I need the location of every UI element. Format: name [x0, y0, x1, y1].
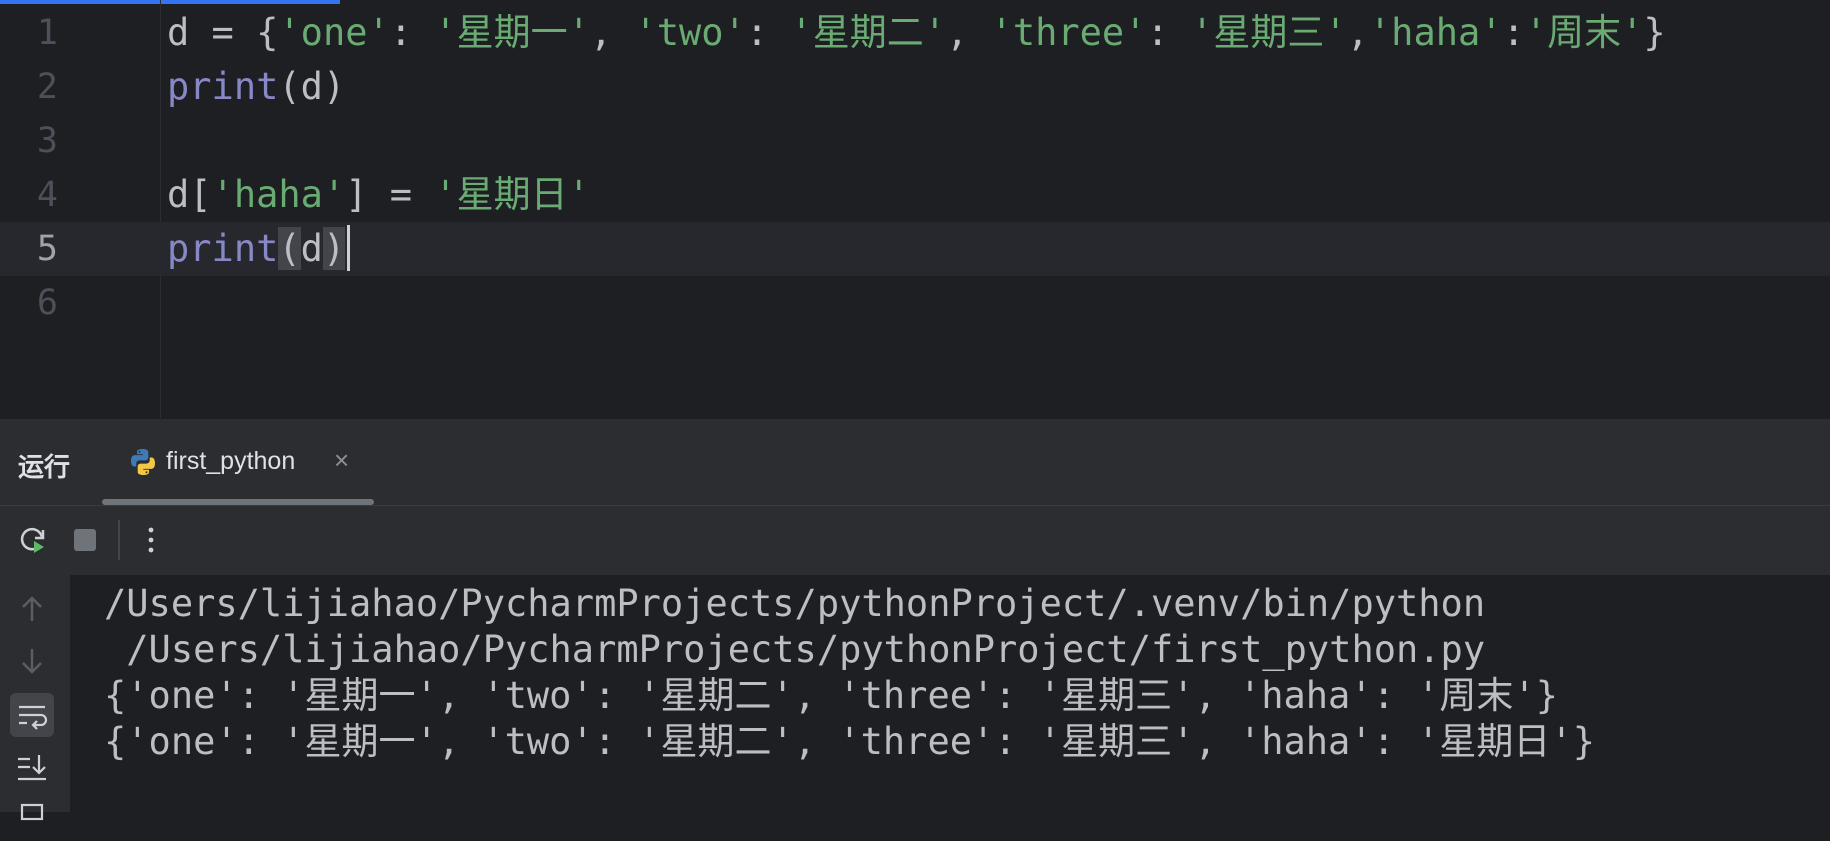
code-token: d = {: [167, 11, 279, 54]
code-token: ] =: [345, 173, 435, 216]
code-token: (: [278, 227, 301, 270]
code-line[interactable]: 3: [0, 114, 1830, 168]
string-token: '星期一': [434, 11, 590, 54]
code-token: ,: [589, 11, 635, 54]
code-text: print(d): [167, 222, 351, 276]
console-line: {'one': '星期一', 'two': '星期二', 'three': '星…: [104, 720, 1595, 763]
line-number: 5: [36, 229, 58, 269]
string-token: 'one': [278, 11, 390, 54]
code-token: d: [300, 227, 323, 270]
code-token: (d): [278, 65, 346, 108]
code-line[interactable]: 2 print(d): [0, 60, 1830, 114]
string-token: 'haha': [211, 173, 346, 216]
code-line[interactable]: 1 d = {'one': '星期一', 'two': '星期二', 'three…: [0, 6, 1830, 60]
tab-label: first_python: [166, 447, 296, 475]
string-token: 'three': [990, 11, 1147, 54]
code-token: ): [322, 227, 346, 270]
keyword-token: print: [167, 65, 279, 108]
string-token: '星期日': [434, 173, 590, 216]
run-console-output[interactable]: /Users/lijiahao/PycharmProjects/pythonPr…: [70, 575, 1830, 812]
string-token: '星期二': [790, 11, 946, 54]
string-token: '周末': [1524, 11, 1644, 54]
code-token: :: [1146, 11, 1192, 54]
code-line[interactable]: 5 print(d): [0, 222, 1830, 276]
line-number: 4: [36, 175, 58, 215]
string-token: '星期三': [1191, 11, 1347, 54]
progress-indicator: [0, 0, 340, 4]
code-token: }: [1643, 11, 1666, 54]
code-token: ,: [945, 11, 991, 54]
scroll-to-end-icon[interactable]: [10, 745, 54, 789]
run-toolbar: [0, 505, 1830, 575]
code-line[interactable]: 4 d['haha'] = '星期日': [0, 168, 1830, 222]
stop-icon[interactable]: [68, 523, 102, 557]
code-text: d = {'one': '星期一', 'two': '星期二', 'three'…: [167, 6, 1666, 60]
code-token: :: [1502, 11, 1525, 54]
close-icon[interactable]: ×: [334, 445, 349, 476]
code-token: ,: [1346, 11, 1369, 54]
code-token: :: [745, 11, 791, 54]
run-panel-title: 运行: [18, 452, 71, 482]
keyword-token: print: [167, 227, 279, 270]
print-icon[interactable]: [10, 797, 54, 841]
more-options-icon[interactable]: [134, 523, 168, 557]
line-number: 1: [36, 13, 58, 53]
code-text: d['haha'] = '星期日': [167, 168, 590, 222]
code-token: d[: [167, 173, 212, 216]
soft-wrap-icon[interactable]: [10, 693, 54, 737]
line-number: 3: [36, 121, 58, 161]
scroll-up-icon[interactable]: [10, 587, 54, 631]
string-token: 'two': [634, 11, 746, 54]
line-number: 6: [36, 283, 58, 323]
code-line[interactable]: 6: [0, 276, 1830, 330]
text-caret: [347, 224, 351, 271]
tab-first-python[interactable]: first_python ×: [102, 419, 374, 505]
string-token: 'haha': [1368, 11, 1503, 54]
scroll-down-icon[interactable]: [10, 639, 54, 683]
python-icon: [131, 449, 155, 475]
code-editor[interactable]: 1 d = {'one': '星期一', 'two': '星期二', 'three…: [0, 0, 1830, 418]
line-number: 2: [36, 67, 58, 107]
run-tool-window-header: 运行 first_python ×: [0, 418, 1830, 505]
code-token: :: [389, 11, 435, 54]
rerun-icon[interactable]: [16, 523, 50, 557]
toolbar-separator: [118, 520, 120, 560]
console-side-actions: [0, 575, 70, 821]
code-text: print(d): [167, 60, 345, 114]
